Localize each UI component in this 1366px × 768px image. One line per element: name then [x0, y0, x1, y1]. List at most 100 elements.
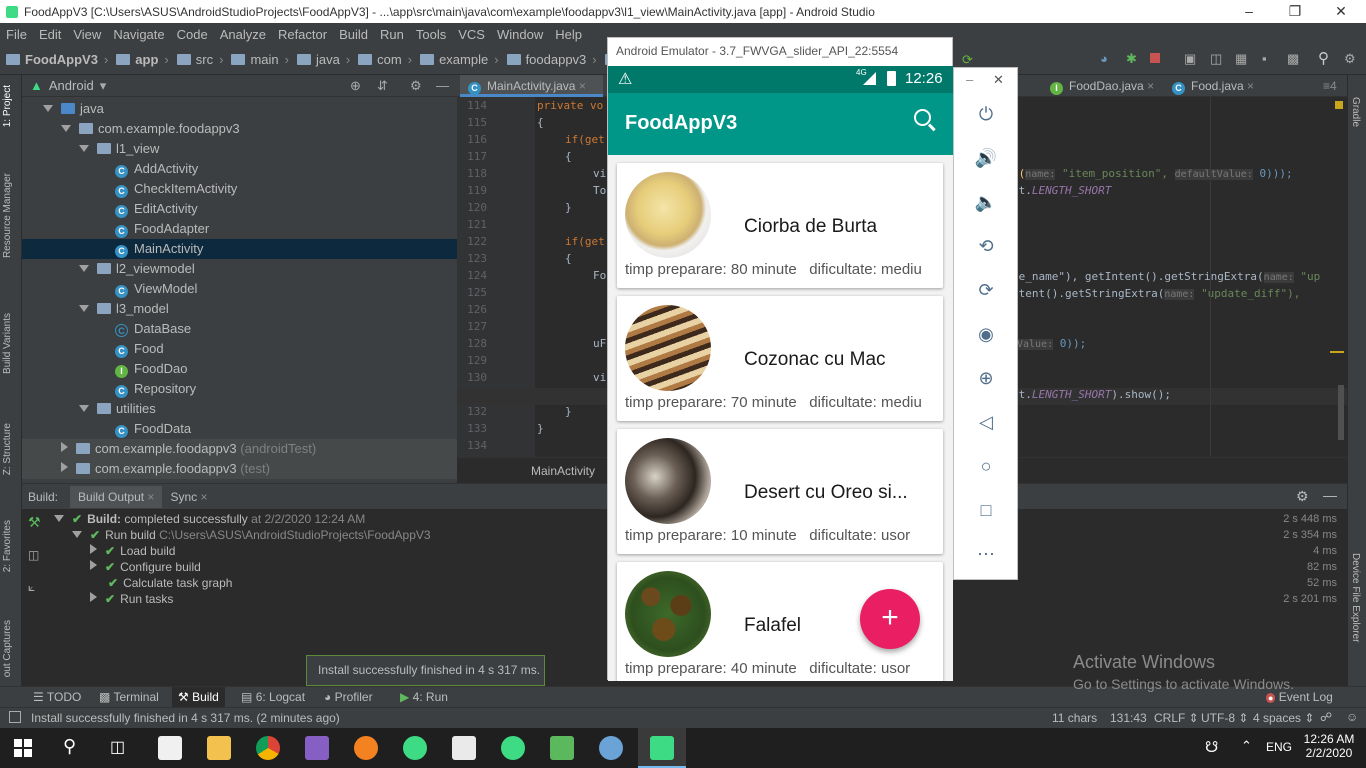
scrollbar[interactable]	[1338, 385, 1344, 440]
people-icon[interactable]: ☋	[1205, 738, 1218, 756]
back-icon[interactable]: ◁	[974, 410, 998, 434]
notepad-icon[interactable]	[550, 736, 574, 760]
gear-icon[interactable]: ⚙	[1296, 488, 1309, 505]
food-card[interactable]: Cozonac cu Mac timp preparare: 70 minute…	[617, 296, 943, 421]
profiler-icon[interactable]: ◕	[1100, 51, 1108, 66]
expand-icon[interactable]	[79, 145, 89, 152]
tab-captures[interactable]: out Captures	[2, 620, 13, 677]
volume-down-icon[interactable]: 🔈	[974, 190, 998, 214]
atom-icon[interactable]	[403, 736, 427, 760]
tree-item-fooddata[interactable]: C FoodData	[115, 419, 191, 439]
language-indicator[interactable]: ENG	[1266, 740, 1292, 754]
gradle-icon[interactable]: ▩	[1287, 51, 1299, 67]
error-stripe[interactable]	[1330, 351, 1344, 353]
inspector-icon[interactable]: ☺	[1346, 710, 1358, 724]
minimize-icon[interactable]: –	[966, 72, 973, 87]
menu-tools[interactable]: Tools	[416, 27, 446, 42]
status-message[interactable]: Install successfully finished in 4 s 317…	[31, 711, 340, 725]
breadcrumb-example[interactable]: example ›	[420, 52, 499, 67]
camera-icon[interactable]: ◉	[974, 322, 998, 346]
visual-studio-icon[interactable]	[305, 736, 329, 760]
tree-item-utilities[interactable]: utilities	[79, 399, 156, 419]
tree-item-editactivity[interactable]: C EditActivity	[115, 199, 198, 219]
hide-icon[interactable]: —	[436, 78, 449, 93]
install-toast[interactable]: Install successfully finished in 4 s 317…	[306, 655, 545, 686]
android-studio-icon[interactable]	[501, 736, 525, 760]
tab-sync[interactable]: Sync ×	[170, 490, 207, 504]
menu-file[interactable]: File	[6, 27, 27, 42]
tree-item-repository[interactable]: C Repository	[115, 379, 196, 399]
gear-icon[interactable]: ⚙	[410, 78, 422, 94]
tab-build-variants[interactable]: Build Variants	[2, 313, 13, 374]
menu-view[interactable]: View	[73, 27, 101, 42]
rotate-left-icon[interactable]: ⟲	[974, 234, 998, 258]
emulator-taskbar-item[interactable]	[638, 728, 686, 768]
windows-start-icon[interactable]	[14, 739, 32, 757]
collapse-icon[interactable]: ⇵	[377, 78, 388, 94]
clock[interactable]: 12:26 AM 2/2/2020	[1302, 732, 1356, 760]
tab-fooddao[interactable]: I FoodDao.java ×	[1042, 75, 1154, 97]
tab-mainactivity[interactable]: C MainActivity.java ×	[460, 75, 603, 97]
tab-terminal[interactable]: ▩ Terminal	[99, 690, 159, 704]
tree-item-package[interactable]: com.example.foodappv3	[61, 119, 240, 139]
tree-item-checkitemactivity[interactable]: C CheckItemActivity	[115, 179, 237, 199]
structure-icon[interactable]: ▦	[1235, 51, 1247, 67]
tab-device-file-explorer[interactable]: Device File Explorer	[1350, 553, 1361, 642]
menu-analyze[interactable]: Analyze	[220, 27, 266, 42]
expand-icon[interactable]	[79, 265, 89, 272]
close-icon[interactable]: ×	[579, 79, 586, 93]
debug-icon[interactable]: ✱	[1126, 51, 1137, 67]
menu-code[interactable]: Code	[177, 27, 208, 42]
panel-toggle-icon[interactable]	[9, 711, 21, 723]
volume-up-icon[interactable]: 🔊	[974, 146, 998, 170]
collapse-icon[interactable]	[61, 462, 68, 472]
settings-icon[interactable]: ⚙	[1344, 51, 1356, 67]
menu-vcs[interactable]: VCS	[458, 27, 485, 42]
overview-icon[interactable]: □	[974, 498, 998, 522]
tab-gradle[interactable]: Gradle	[1350, 97, 1361, 127]
close-icon[interactable]: ✕	[1318, 0, 1364, 23]
tree-item-fooddao[interactable]: I FoodDao	[115, 359, 187, 379]
tree-item-food[interactable]: C Food	[115, 339, 164, 359]
tab-favorites[interactable]: 2: Favorites	[2, 520, 13, 572]
more-icon[interactable]: ⋯	[974, 542, 998, 566]
search-icon[interactable]: ⚲	[1318, 49, 1329, 67]
unity-icon[interactable]	[452, 736, 476, 760]
tree-item-l1-view[interactable]: l1_view	[79, 139, 159, 159]
food-card[interactable]: Desert cu Oreo si... timp preparare: 10 …	[617, 429, 943, 554]
chevron-down-icon[interactable]: ▾	[100, 78, 107, 94]
menu-navigate[interactable]: Navigate	[113, 27, 164, 42]
add-food-button[interactable]: +	[860, 589, 920, 649]
task-view-icon[interactable]: ◫	[110, 737, 125, 757]
tree-item-foodadapter[interactable]: C FoodAdapter	[115, 219, 209, 239]
status-position[interactable]: 131:43	[1110, 711, 1147, 725]
tab-todo[interactable]: ☰ TODO	[33, 690, 81, 704]
tab-overflow-icon[interactable]: ≡4	[1315, 75, 1337, 97]
tab-food[interactable]: C Food.java ×	[1164, 75, 1254, 97]
event-log-button[interactable]: ● Event Log	[1266, 690, 1333, 704]
lock-icon[interactable]: ☍	[1320, 710, 1332, 724]
expand-icon[interactable]	[43, 105, 53, 112]
tab-build[interactable]: ⚒ Build	[172, 687, 225, 707]
close-icon[interactable]: ×	[1247, 79, 1254, 93]
status-indent[interactable]: 4 spaces ⇕	[1253, 711, 1314, 725]
paint-icon[interactable]	[599, 736, 623, 760]
tree-item-mainactivity[interactable]: C MainActivity	[22, 239, 457, 259]
hammer-icon[interactable]: ⚒	[28, 514, 41, 531]
breadcrumb-foodappv3[interactable]: foodappv3 ›	[506, 52, 597, 67]
tree-item-l3-model[interactable]: l3_model	[79, 299, 169, 319]
chrome-icon[interactable]	[256, 736, 280, 760]
menu-refactor[interactable]: Refactor	[278, 27, 327, 42]
zoom-icon[interactable]: ⊕	[974, 366, 998, 390]
file-explorer-icon[interactable]	[207, 736, 231, 760]
status-encoding[interactable]: UTF-8 ⇕	[1201, 711, 1248, 725]
hide-icon[interactable]: —	[1323, 487, 1337, 503]
tab-profiler[interactable]: ◕ Profiler	[324, 690, 373, 704]
menu-run[interactable]: Run	[380, 27, 404, 42]
expand-icon[interactable]	[90, 560, 97, 570]
mail-icon[interactable]	[158, 736, 182, 760]
minimize-icon[interactable]: –	[1226, 0, 1272, 23]
menu-edit[interactable]: Edit	[39, 27, 61, 42]
food-card[interactable]: Ciorba de Burta timp preparare: 80 minut…	[617, 163, 943, 288]
home-icon[interactable]: ○	[974, 454, 998, 478]
